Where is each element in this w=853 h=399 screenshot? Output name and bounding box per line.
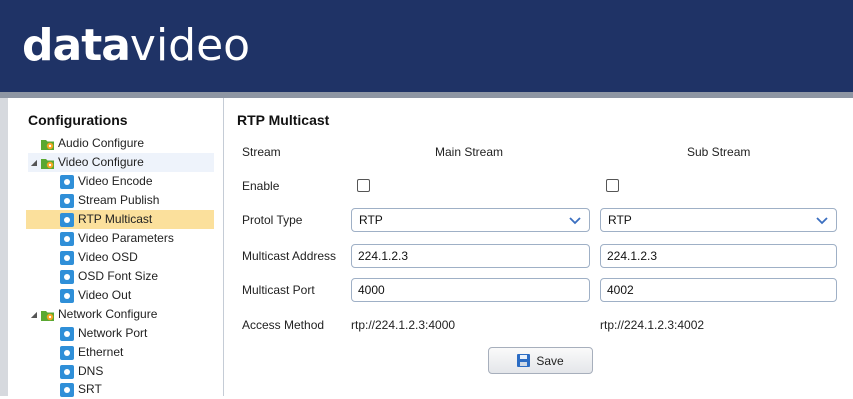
sub-stream-header: Sub Stream — [687, 145, 751, 159]
access-method-label: Access Method — [242, 318, 325, 332]
sidebar-item-osd-font-size[interactable]: OSD Font Size — [60, 267, 214, 286]
caret-down-icon[interactable]: ◢ — [28, 153, 40, 172]
sub-stream-port-input[interactable] — [600, 278, 837, 302]
sidebar-item-label: DNS — [78, 364, 104, 378]
sidebar-item-label: Video Parameters — [78, 231, 174, 245]
gear-icon — [60, 364, 74, 379]
main-stream-port-input[interactable] — [351, 278, 590, 302]
protocol-type-label: Protol Type — [242, 213, 303, 227]
gear-icon — [60, 288, 74, 303]
main-content: RTP Multicast Stream Main Stream Sub Str… — [225, 98, 853, 396]
datavideo-logo: datavideo — [22, 20, 250, 72]
caret-down-icon[interactable]: ◢ — [28, 305, 40, 324]
enable-label: Enable — [242, 179, 280, 193]
sidebar-item-video-encode[interactable]: Video Encode — [60, 172, 214, 191]
sidebar-item-video-parameters[interactable]: Video Parameters — [60, 229, 214, 248]
left-frame — [0, 98, 8, 396]
sidebar-item-rtp-multicast[interactable]: RTP Multicast — [26, 210, 214, 229]
sidebar-title: Configurations — [28, 112, 128, 128]
sub-stream-address-input[interactable] — [600, 244, 837, 268]
folder-gear-icon — [41, 310, 54, 321]
sidebar-item-label: Video Configure — [58, 155, 144, 169]
sidebar-item-audio-configure[interactable]: Audio Configure — [28, 134, 214, 153]
save-button[interactable]: Save — [488, 347, 593, 374]
chevron-down-icon — [816, 217, 828, 225]
gear-icon — [60, 193, 74, 208]
app-header: datavideo — [0, 0, 853, 92]
gear-icon — [60, 326, 74, 341]
save-button-label: Save — [536, 353, 564, 368]
sidebar-item-label: Video Encode — [78, 174, 153, 188]
sidebar-item-label: Ethernet — [78, 345, 124, 359]
multicast-port-label: Multicast Port — [242, 283, 315, 297]
sidebar-item-ethernet[interactable]: Ethernet — [60, 343, 214, 362]
gear-icon — [60, 345, 74, 360]
main-stream-address-input[interactable] — [351, 244, 590, 268]
sidebar-item-stream-publish[interactable]: Stream Publish — [60, 191, 214, 210]
gear-icon — [60, 212, 74, 227]
folder-gear-icon — [41, 139, 54, 150]
sidebar-item-network-port[interactable]: Network Port — [60, 324, 214, 343]
sidebar-item-label: RTP Multicast — [78, 212, 153, 226]
main-stream-enable-checkbox[interactable] — [357, 179, 370, 192]
sidebar-item-label: Stream Publish — [78, 193, 160, 207]
logo-bold-text: data — [22, 20, 131, 71]
select-value: RTP — [359, 213, 383, 227]
sub-stream-protocol-select[interactable]: RTP — [600, 208, 837, 232]
chevron-down-icon — [569, 217, 581, 225]
main-stream-protocol-select[interactable]: RTP — [351, 208, 590, 232]
sidebar-item-srt[interactable]: SRT — [60, 380, 214, 399]
sidebar-item-video-configure[interactable]: ◢ Video Configure — [28, 153, 214, 172]
sub-stream-enable-checkbox[interactable] — [606, 179, 619, 192]
sidebar-item-network-configure[interactable]: ◢ Network Configure — [28, 305, 214, 324]
multicast-address-label: Multicast Address — [242, 249, 337, 263]
gear-icon — [60, 382, 74, 397]
sidebar-item-label: SRT — [78, 382, 102, 396]
page-title: RTP Multicast — [237, 112, 330, 128]
save-disk-icon — [517, 354, 531, 367]
sidebar-item-video-out[interactable]: Video Out — [60, 286, 214, 305]
gear-icon — [60, 250, 74, 265]
sidebar-item-dns[interactable]: DNS — [60, 362, 214, 381]
main-stream-access-url: rtp://224.1.2.3:4000 — [351, 318, 456, 332]
sidebar-item-label: Network Configure — [58, 307, 158, 321]
gear-icon — [60, 174, 74, 189]
main-stream-header: Main Stream — [435, 145, 504, 159]
logo-light-text: video — [129, 20, 251, 71]
sidebar-item-label: Network Port — [78, 326, 148, 340]
sidebar: Configurations Audio Configure ◢ Video C… — [8, 98, 224, 399]
sub-stream-access-url: rtp://224.1.2.3:4002 — [600, 318, 705, 332]
sidebar-item-label: Video Out — [78, 288, 132, 302]
gear-icon — [60, 231, 74, 246]
sidebar-item-label: OSD Font Size — [78, 269, 159, 283]
folder-gear-icon — [41, 158, 54, 169]
sidebar-item-label: Video OSD — [78, 250, 138, 264]
sidebar-item-video-osd[interactable]: Video OSD — [60, 248, 214, 267]
gear-icon — [60, 269, 74, 284]
select-value: RTP — [608, 213, 632, 227]
stream-label: Stream — [242, 145, 281, 159]
sidebar-item-label: Audio Configure — [58, 136, 145, 150]
